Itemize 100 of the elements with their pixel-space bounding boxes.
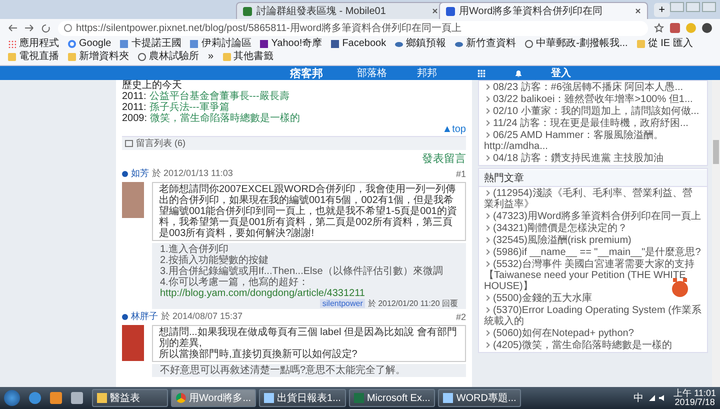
grid-icon[interactable] [477,68,486,78]
recent-comment-link[interactable]: 11/24 訪客：現在更是最佳時機，政府紓困... [484,118,702,129]
app-icon [176,393,186,403]
comment-author[interactable]: 如芳 [131,167,149,180]
user-icon [122,170,128,176]
popular-post-link[interactable]: (112954)淺談《毛利、毛利率、營業利益、營業利益率》 [484,188,702,210]
comment-date: 於 2014/08/07 15:37 [161,310,243,323]
reply-text: 2.按插入功能變數的按鍵 [160,255,270,266]
site-icon [120,40,128,48]
taskbar-button[interactable]: Microsoft Ex... [348,389,436,407]
navigation-arrows-icon[interactable] [8,23,52,33]
recent-comment-link[interactable]: 08/23 訪客：#6強居轉不播床 阿回本人愚... [484,82,702,93]
top-link[interactable]: ▲top [442,124,466,135]
popular-post-link[interactable]: (34321)剛體價是怎樣決定的？ [484,223,702,234]
history-link[interactable]: 公益平台基金會董事長---嚴長壽 [149,91,290,102]
bookmark-link[interactable]: 其他書籤 [222,51,274,63]
apps-grid-icon [8,40,16,48]
reply-date: 於 2012/01/20 11:20 回覆 [368,299,458,308]
history-title: 歷史上的今天 [122,80,182,91]
history-link[interactable]: 孫子兵法---軍爭篇 [149,102,230,113]
profile-icon[interactable] [702,23,712,33]
folder-icon [68,53,76,61]
history-year: 2011: [122,91,146,102]
bookmark-link[interactable]: Yahoo!奇摩 [260,38,322,50]
popular-post-link[interactable]: (5986)if __name__ == "__main__"是什麼意思? [484,247,702,258]
bookmark-link[interactable]: 新竹查資料 [455,38,516,50]
popular-post-link[interactable]: (5532)台灣事件 美國白宮連署需要大家的支持【Taiwanese need your Petition (THE WHITE HOUSE)】 [484,259,702,292]
site-logo[interactable]: 痞客邦 [290,66,323,80]
bell-icon[interactable] [514,68,523,78]
bookmark-link[interactable]: 應用程式 [8,38,59,50]
avatar-photo-placeholder [122,182,144,218]
history-link[interactable]: 微笑，當生命陷落時總數是一樣的 [150,113,300,124]
taskbar-button[interactable]: 出貨日報表1... [259,389,346,407]
comment-author[interactable]: 林胖子 [131,310,158,323]
bookmark-link[interactable]: 伊莉討論區 [190,38,252,50]
recent-comment-link[interactable]: 03/22 balikoei：雖然營收年增率>100% 但1... [484,94,702,105]
start-button[interactable] [4,390,20,406]
new-tab-button[interactable]: + [654,3,670,17]
reply-text: 不好意思可以再敘述清楚一點嗎?意思不太能完全了解。 [160,365,407,376]
clock-date[interactable]: 2019/7/18 [674,398,715,407]
history-year: 2011: [122,102,146,113]
login-link[interactable]: 登入 [551,66,571,80]
reply-text: 3.用合併紀錄編號或用If...Then...Else（以條件評估引數）來微調 [160,266,444,277]
app-icon [443,393,454,403]
popular-post-link[interactable]: (5370)Error Loading Operating System (作業系統載入的 [484,305,702,327]
bookmark-link[interactable]: » [208,51,214,63]
close-icon[interactable] [634,8,641,14]
app-icon [354,393,364,403]
popular-posts-title: 熱門文章 [479,170,707,187]
bookmark-link[interactable]: 農林試驗所 [138,51,199,63]
bookmark-link[interactable]: Facebook [331,38,386,50]
taskbar-button[interactable]: 醫益表 [92,389,168,407]
comment-date: 於 2012/01/13 11:03 [152,167,233,180]
bookmark-link[interactable]: 卡提諾王國 [120,38,182,50]
taskbar-button[interactable]: WORD專題... [438,389,522,407]
clock-time[interactable]: 上午 11:01 [674,389,716,398]
bookmark-link[interactable]: 新增資料夾 [68,51,129,63]
bookmark-link[interactable]: 中華郵政-劃撥帳我... [525,38,628,50]
site-icon [331,40,340,48]
browser-tab[interactable]: 用Word將多筆資料合併列印在同 [439,2,648,19]
close-icon[interactable] [432,8,438,14]
comment-number: #2 [456,312,466,322]
page-icon [446,6,456,16]
taskbar-button[interactable]: 用Word將多... [171,389,256,407]
app-icon [264,393,274,403]
app-icon [97,393,107,403]
recent-comment-link[interactable]: 04/18 訪客：鑽支持民進黨 主技股加油 [484,153,702,164]
input-method-indicator[interactable]: 中 [634,391,644,405]
recent-comment-link[interactable]: 06/25 AMD Hammer：客服風險溢酬。 http://amdha... [484,130,702,152]
bookmark-link[interactable]: 鄉鎮預報 [395,38,446,50]
popular-post-link[interactable]: (5060)如何在Notepad+ python? [484,328,702,339]
folder-icon [222,53,231,61]
bookmark-link[interactable]: 電視直播 [8,51,59,63]
nav-link[interactable]: 部落格 [357,66,387,80]
folder-icon [8,53,16,61]
site-icon [190,40,198,48]
popular-post-link[interactable]: (4205)微笑，當生命陷落時總數是一樣的 [484,340,702,351]
popular-post-link[interactable]: (32545)風險溢酬(risk premium) [484,235,702,246]
window-controls-drawing [670,2,716,12]
comments-header-bar: 留言列表 (6) [122,136,466,150]
comment-text: 想請問...如果我現在做成每頁有三個 label 但是因為比如說 會有部門別的差異, 所以當換部門時,直接切頁換新可以如何設定? [152,325,466,362]
folder-icon [636,40,645,48]
scrollbar-thumb[interactable] [713,140,719,164]
comment-text: 老師想請問你2007EXCEL跟WORD合併列印，我會使用一列一列傳出的合併列印，如果現在我的編號001有5個，002有1個，但是我希望編號001能合併列印到同一頁上，也就是我不希望1-5頁是001的資料，我希望第一頁是001所有資料，第二頁是002所有資料，第三頁是003所有資料，要如何解決?謝謝! [152,182,466,241]
bookmark-link[interactable]: Google [68,38,112,50]
popular-post-link[interactable]: (5500)金錢的五大水庫 [484,293,702,304]
reply-text: 4.你可以考慮一篇，他寫的超好： [160,277,310,288]
popular-post-link[interactable]: (47323)用Word將多筆資料合併列印在同一頁上 [484,211,702,222]
user-icon [122,314,128,320]
recent-comment-link[interactable]: 02/10 小董家：我的問題加上，請問該如何做... [484,106,702,117]
reply-text: 1.進入合併列印 [160,244,228,255]
reply-link[interactable]: http://blog.yam.com/dongdong/article/4331211 [160,288,458,299]
bookmark-link[interactable]: 從 IE 匯入 [636,38,693,50]
address-field[interactable]: https://silentpower.pixnet.net/blog/post/5865811-用word將多筆資料合併列印在同一頁上 [58,20,648,36]
nav-link[interactable]: 邦邦 [417,66,437,80]
avatar-photo-placeholder [122,325,144,361]
page-icon [243,6,252,16]
reply-author[interactable]: silentpower [320,299,365,308]
post-comment-link[interactable]: 發表留言 [422,151,466,166]
star-icon[interactable] [654,23,664,33]
